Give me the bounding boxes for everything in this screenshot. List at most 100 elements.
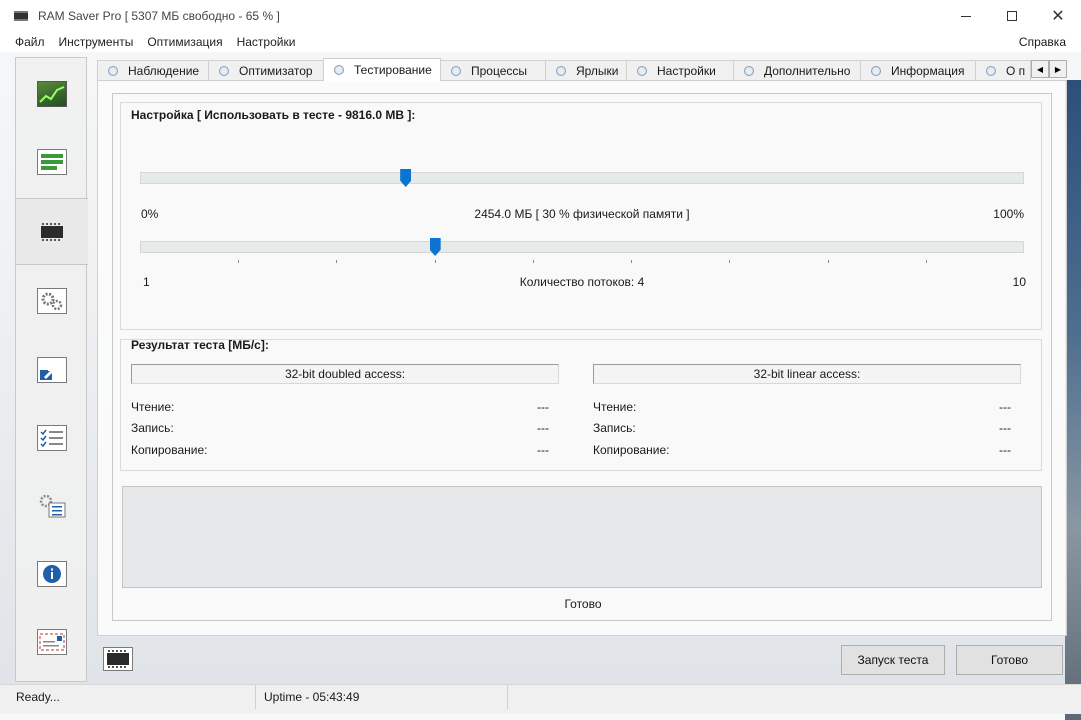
memory-slider-track[interactable] — [140, 172, 1024, 184]
threads-tick — [631, 260, 633, 263]
threads-tick — [336, 260, 338, 263]
close-icon: ✕ — [1051, 8, 1065, 25]
tab-additional[interactable]: Дополнительно — [733, 60, 861, 80]
testing-panel: Настройка [ Использовать в тесте - 9816.… — [97, 80, 1067, 636]
radio-icon — [871, 65, 881, 76]
tab-label: Наблюдение — [128, 63, 200, 78]
radio-icon — [637, 65, 647, 76]
sidebar-item-monitor[interactable] — [16, 60, 88, 127]
menu-file[interactable]: Файл — [8, 32, 52, 52]
tab-strip: Наблюдение Оптимизатор Тестирование Проц… — [97, 58, 1067, 81]
tab-label: Дополнительно — [764, 63, 851, 78]
sidebar-item-testing[interactable] — [16, 198, 88, 265]
tab-information[interactable]: Информация — [860, 60, 976, 80]
optimizer-bars-icon — [37, 148, 67, 175]
status-text: Ready... — [10, 685, 256, 709]
window-title: RAM Saver Pro [ 5307 МБ свободно - 65 % … — [38, 9, 280, 23]
right-read-value: --- — [999, 400, 1011, 414]
threads-value-label: Количество потоков: 4 — [519, 275, 645, 289]
radio-icon — [451, 65, 461, 76]
tab-optimizer[interactable]: Оптимизатор — [208, 60, 324, 80]
threads-max-label: 10 — [1012, 275, 1026, 289]
sidebar-item-shortcuts[interactable] — [16, 336, 88, 403]
threads-tick — [729, 260, 731, 263]
threads-tick — [434, 260, 436, 263]
threads-tick — [925, 260, 927, 263]
minimize-icon — [961, 15, 971, 17]
threads-slider-thumb[interactable] — [429, 238, 441, 256]
tab-label: Процессы — [471, 63, 528, 78]
tab-processes[interactable]: Процессы — [440, 60, 546, 80]
right-write-label: Запись: — [593, 421, 636, 435]
tab-scroll-left-button[interactable]: ◀ — [1031, 60, 1049, 78]
radio-icon — [744, 65, 754, 76]
result-output-area — [122, 486, 1042, 588]
left-read-label: Чтение: — [131, 400, 175, 414]
right-copy-value: --- — [999, 443, 1011, 457]
tab-label: Тестирование — [354, 63, 432, 77]
tab-label: О п — [1006, 63, 1026, 78]
maximize-icon — [1007, 11, 1017, 21]
menu-settings[interactable]: Настройки — [230, 32, 303, 52]
radio-icon — [986, 65, 996, 76]
sidebar-item-about[interactable] — [16, 608, 88, 675]
tab-label: Ярлыки — [576, 63, 619, 78]
uptime-text: Uptime - 05:43:49 — [258, 685, 508, 709]
window-controls: ✕ — [943, 0, 1081, 32]
tab-scroll-right-button[interactable]: ▶ — [1049, 60, 1067, 78]
sidebar-item-checklist[interactable] — [16, 404, 88, 471]
done-button[interactable]: Готово — [956, 645, 1063, 675]
chevron-left-icon: ◀ — [1036, 64, 1044, 74]
sidebar-item-advanced[interactable] — [16, 472, 88, 539]
right-copy-label: Копирование: — [593, 443, 670, 457]
tab-label: Информация — [891, 63, 965, 78]
threads-tick — [238, 260, 240, 263]
results-title: Результат теста [МБ/с]: — [131, 338, 269, 352]
maximize-button[interactable] — [989, 0, 1035, 32]
memory-value-label: 2454.0 МБ [ 30 % физической памяти ] — [474, 207, 690, 221]
memory-max-label: 100% — [993, 207, 1024, 221]
memory-slider-thumb[interactable] — [400, 169, 412, 187]
left-write-label: Запись: — [131, 421, 174, 435]
left-copy-label: Копирование: — [131, 443, 208, 457]
shortcut-arrow-icon — [37, 356, 67, 383]
sidebar-item-info[interactable] — [16, 540, 88, 607]
app-icon — [14, 11, 28, 21]
tab-about[interactable]: О п — [975, 60, 1031, 80]
left-copy-value: --- — [537, 443, 549, 457]
results-group: Результат теста [МБ/с]: 32-bit doubled a… — [120, 338, 1042, 471]
memory-chip-icon — [103, 647, 133, 671]
threads-slider-track[interactable] — [140, 241, 1024, 253]
minimize-button[interactable] — [943, 0, 989, 32]
menu-tools[interactable]: Инструменты — [52, 32, 141, 52]
gears-icon — [37, 287, 67, 314]
menu-optimization[interactable]: Оптимизация — [140, 32, 229, 52]
right-read-label: Чтение: — [593, 400, 637, 414]
sidebar-item-processes[interactable] — [16, 267, 88, 334]
testing-inner: Настройка [ Использовать в тесте - 9816.… — [112, 93, 1052, 621]
tab-scroll: ◀ ▶ — [1031, 60, 1067, 78]
sidebar-item-optimizer[interactable] — [16, 128, 88, 195]
sidebar — [15, 57, 88, 682]
threads-tick — [827, 260, 829, 263]
doubled-access-header: 32-bit doubled access: — [131, 364, 559, 384]
radio-icon — [108, 65, 118, 76]
chevron-right-icon: ▶ — [1054, 64, 1062, 74]
tab-shortcuts[interactable]: Ярлыки — [545, 60, 627, 80]
checklist-icon — [37, 424, 67, 451]
menu-help[interactable]: Справка — [1019, 32, 1066, 52]
close-button[interactable]: ✕ — [1035, 0, 1081, 32]
linear-access-header: 32-bit linear access: — [593, 364, 1021, 384]
radio-icon — [219, 65, 229, 76]
radio-icon — [556, 65, 566, 76]
settings-list-icon — [37, 493, 67, 519]
settings-title: Настройка [ Использовать в тесте - 9816.… — [131, 108, 416, 122]
tab-monitoring[interactable]: Наблюдение — [97, 60, 209, 80]
test-status-label: Готово — [564, 597, 602, 611]
settings-group: Настройка [ Использовать в тесте - 9816.… — [120, 102, 1042, 330]
start-test-button[interactable]: Запуск теста — [841, 645, 945, 675]
tab-settings[interactable]: Настройки — [626, 60, 734, 80]
radio-icon — [334, 65, 344, 75]
tab-testing[interactable]: Тестирование — [323, 58, 441, 81]
title-bar: RAM Saver Pro [ 5307 МБ свободно - 65 % … — [0, 0, 1081, 32]
